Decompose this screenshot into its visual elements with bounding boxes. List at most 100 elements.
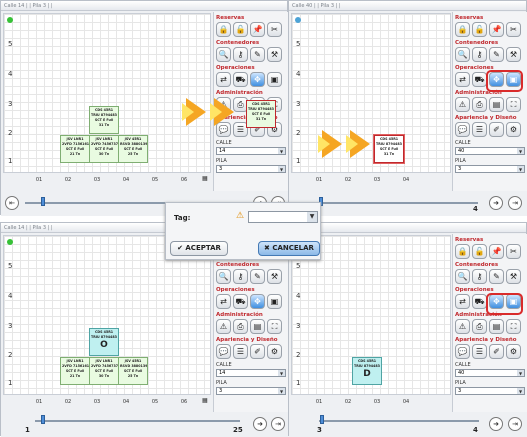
save-icon[interactable]: ▣ xyxy=(267,294,282,309)
next-icon[interactable]: ➜ xyxy=(489,196,503,210)
unlock-icon[interactable]: 🔓 xyxy=(472,244,487,259)
truck-icon[interactable]: ⛟ xyxy=(472,72,487,87)
pila-slider[interactable] xyxy=(319,420,479,422)
search-icon[interactable]: 🔍 xyxy=(216,269,231,284)
pila-select[interactable]: 3 ▼ xyxy=(216,165,286,173)
dragged-container[interactable]: CDS 45R1 TRIU 8794483 SCT E Full 31 Tn xyxy=(246,100,276,128)
save-icon[interactable]: ▣ xyxy=(267,72,282,87)
tool-icon[interactable]: ⚒ xyxy=(506,47,521,62)
chat-icon[interactable]: 💬 xyxy=(455,122,470,137)
back-icon[interactable]: ⇤ xyxy=(5,196,19,210)
pin-icon[interactable]: 📌 xyxy=(489,22,504,37)
exit-icon[interactable]: ⇥ xyxy=(508,196,522,210)
search-icon[interactable]: 🔍 xyxy=(455,269,470,284)
pila-slider[interactable] xyxy=(313,202,478,204)
pin-icon[interactable]: 📌 xyxy=(250,22,265,37)
edit-icon[interactable]: ✎ xyxy=(250,269,265,284)
next-icon[interactable]: ➜ xyxy=(253,417,267,431)
container-block[interactable]: JSV 45R1 RSVD 3880139 SCT E Full 25 Tn xyxy=(118,135,148,163)
swap-icon[interactable]: ⇄ xyxy=(455,294,470,309)
truck-icon[interactable]: ⛟ xyxy=(233,72,248,87)
container-block[interactable]: JSV LNR1 2VFD 7156161 SCT E Full 21 Tn xyxy=(60,357,90,385)
container-block[interactable]: JSV LNR1 2VFD 7156161 SCT E Full 21 Tn xyxy=(60,135,90,163)
settings-icon[interactable]: ⚙ xyxy=(267,344,282,359)
list-icon[interactable]: ☰ xyxy=(472,344,487,359)
truck-icon[interactable]: ⛟ xyxy=(233,294,248,309)
move-icon[interactable]: ✥ xyxy=(250,72,265,87)
grid-icon[interactable]: ▤ xyxy=(250,319,265,334)
swap-icon[interactable]: ⇄ xyxy=(455,72,470,87)
container-block[interactable]: JSV 45R1 RSVD 3880139 SCT E Full 25 Tn xyxy=(118,357,148,385)
slider-thumb[interactable] xyxy=(41,197,45,206)
slider-thumb[interactable] xyxy=(41,415,45,424)
pila-label: PILA xyxy=(216,158,227,164)
paint-icon[interactable]: ✐ xyxy=(489,122,504,137)
exit-icon[interactable]: ⇥ xyxy=(271,417,285,431)
unlock-icon[interactable]: 🔓 xyxy=(472,22,487,37)
pila-select[interactable]: 3 ▼ xyxy=(455,165,525,173)
print-icon[interactable]: ⎙ xyxy=(472,97,487,112)
container-block[interactable]: CDS 45R1 TRIU 8794483 D xyxy=(352,357,382,385)
key-icon[interactable]: ⚷ xyxy=(233,47,248,62)
cross-tools-icon[interactable]: ✂ xyxy=(506,22,521,37)
calle-select[interactable]: 40 ▼ xyxy=(455,147,525,155)
key-icon[interactable]: ⚷ xyxy=(472,47,487,62)
pila-slider[interactable] xyxy=(35,420,240,422)
next-icon[interactable]: ➜ xyxy=(489,417,503,431)
search-icon[interactable]: 🔍 xyxy=(455,47,470,62)
calle-select[interactable]: 14 ▼ xyxy=(216,147,286,155)
warning-icon[interactable]: ⚠ xyxy=(216,319,231,334)
key-icon[interactable]: ⚷ xyxy=(233,269,248,284)
settings-icon[interactable]: ⚙ xyxy=(506,122,521,137)
edit-icon[interactable]: ✎ xyxy=(250,47,265,62)
cross-tools-icon[interactable]: ✂ xyxy=(506,244,521,259)
list-icon[interactable]: ☰ xyxy=(472,122,487,137)
accept-button[interactable]: ✔ ACEPTAR xyxy=(170,241,228,256)
tag-select[interactable]: ▼ xyxy=(248,211,318,223)
grid-icon[interactable]: ▤ xyxy=(489,319,504,334)
key-icon[interactable]: ⚷ xyxy=(472,269,487,284)
print-icon[interactable]: ⎙ xyxy=(233,319,248,334)
tool-icon[interactable]: ⚒ xyxy=(267,269,282,284)
expand-icon[interactable]: ⛶ xyxy=(267,319,282,334)
chat-icon[interactable]: 💬 xyxy=(455,344,470,359)
paint-icon[interactable]: ✐ xyxy=(250,344,265,359)
swap-icon[interactable]: ⇄ xyxy=(216,294,231,309)
warning-icon[interactable]: ⚠ xyxy=(455,319,470,334)
container-block[interactable]: CDS 45R1 TRIU 8794483 SCT E Full 31 Tn xyxy=(373,134,405,164)
container-block[interactable]: CDS 45R1 TRIU 8794483 SCT E Full 31 Tn xyxy=(89,106,119,134)
truck-icon[interactable]: ⛟ xyxy=(472,294,487,309)
grid-icon[interactable]: ▤ xyxy=(489,97,504,112)
print-icon[interactable]: ⎙ xyxy=(472,319,487,334)
lock-icon[interactable]: 🔒 xyxy=(455,244,470,259)
list-icon[interactable]: ☰ xyxy=(233,344,248,359)
unlock-icon[interactable]: 🔓 xyxy=(233,22,248,37)
edit-icon[interactable]: ✎ xyxy=(489,47,504,62)
container-block[interactable]: JSV LNR1 2VFD 7456737 SCT E Full 30 Tn xyxy=(89,135,119,163)
calle-select[interactable]: 40 ▼ xyxy=(455,369,525,377)
tool-icon[interactable]: ⚒ xyxy=(267,47,282,62)
swap-icon[interactable]: ⇄ xyxy=(216,72,231,87)
edit-icon[interactable]: ✎ xyxy=(489,269,504,284)
tool-icon[interactable]: ⚒ xyxy=(506,269,521,284)
expand-icon[interactable]: ⛶ xyxy=(506,319,521,334)
container-block[interactable]: JSV LNR1 2VFD 7456737 SCT E Full 30 Tn xyxy=(89,357,119,385)
paint-icon[interactable]: ✐ xyxy=(489,344,504,359)
move-icon[interactable]: ✥ xyxy=(250,294,265,309)
chat-icon[interactable]: 💬 xyxy=(216,344,231,359)
cancel-button[interactable]: ✖ CANCELAR xyxy=(258,241,320,256)
slider-thumb[interactable] xyxy=(320,415,324,424)
pila-select[interactable]: 3 ▼ xyxy=(455,387,525,395)
calle-select[interactable]: 14 ▼ xyxy=(216,369,286,377)
search-icon[interactable]: 🔍 xyxy=(216,47,231,62)
lock-icon[interactable]: 🔒 xyxy=(455,22,470,37)
lock-icon[interactable]: 🔒 xyxy=(216,22,231,37)
expand-icon[interactable]: ⛶ xyxy=(506,97,521,112)
container-block[interactable]: CDS 45R1 TRIU 8794483 O xyxy=(89,328,119,356)
exit-icon[interactable]: ⇥ xyxy=(508,417,522,431)
warning-icon[interactable]: ⚠ xyxy=(455,97,470,112)
pila-select[interactable]: 3 ▼ xyxy=(216,387,286,395)
settings-icon[interactable]: ⚙ xyxy=(506,344,521,359)
cross-tools-icon[interactable]: ✂ xyxy=(267,22,282,37)
pin-icon[interactable]: 📌 xyxy=(489,244,504,259)
